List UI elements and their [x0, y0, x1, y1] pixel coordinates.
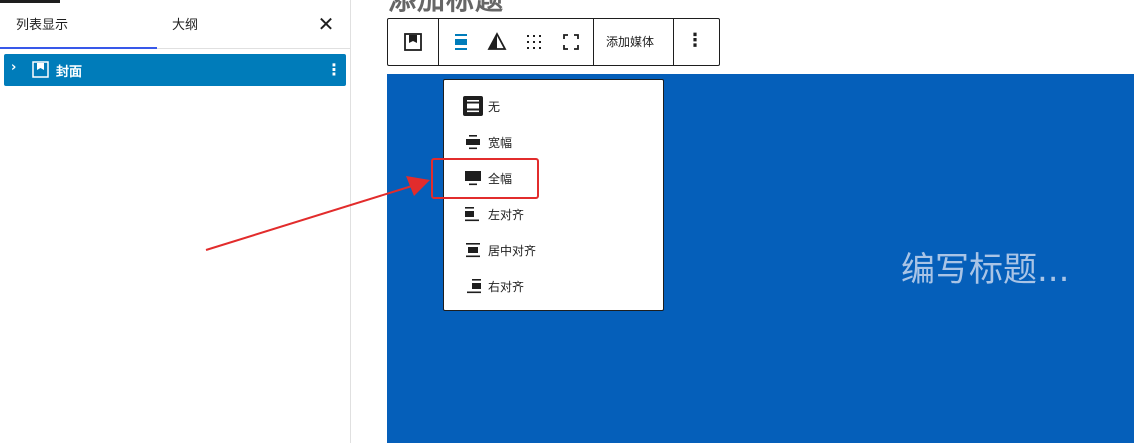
align-center-icon [466, 243, 480, 258]
cover-block-icon [32, 61, 49, 78]
toolbar-group-tools [439, 19, 594, 65]
menu-item-label: 居中对齐 [488, 244, 537, 258]
align-right-icon [467, 279, 481, 294]
list-view-item-label: 封面 [56, 65, 83, 80]
chevron-right-icon[interactable]: › [11, 60, 16, 75]
panel-tabs: 列表显示 大纲 ✕ [0, 0, 350, 49]
menu-item-label: 左对齐 [488, 208, 525, 222]
menu-item-align-left[interactable]: 左对齐 [444, 198, 663, 230]
fullscreen-icon[interactable] [559, 30, 583, 54]
toolbar-group-block [388, 19, 439, 65]
menu-item-label: 无 [488, 100, 501, 114]
contrast-icon[interactable] [485, 30, 509, 54]
annotation-arrow-icon [205, 176, 430, 251]
tab-outline[interactable]: 大纲 [172, 0, 252, 49]
item-options-icon[interactable]: ⋮ [326, 60, 342, 79]
tab-list-view[interactable]: 列表显示 [0, 0, 157, 49]
add-media-button[interactable]: 添加媒体 [606, 33, 654, 50]
align-wide-icon [466, 135, 480, 150]
menu-item-align-wide[interactable]: 宽幅 [444, 126, 663, 158]
menu-item-align-right[interactable]: 右对齐 [444, 270, 663, 302]
menu-item-label: 宽幅 [488, 136, 513, 150]
menu-item-align-none[interactable]: 无 [444, 90, 663, 122]
align-left-icon [465, 207, 479, 222]
more-options-icon[interactable]: ⋮ [686, 31, 704, 51]
close-panel-button[interactable]: ✕ [316, 14, 336, 34]
toolbar-group-media: 添加媒体 [594, 19, 674, 65]
content-position-icon[interactable] [522, 30, 546, 54]
post-title[interactable]: 添加标题 [388, 0, 504, 14]
align-none-icon [463, 96, 483, 116]
list-view-item-cover[interactable]: › 封面 ⋮ [4, 54, 346, 86]
close-icon: ✕ [317, 12, 335, 36]
menu-item-label: 右对齐 [488, 280, 525, 294]
annotation-highlight-box [431, 158, 539, 199]
menu-item-align-center[interactable]: 居中对齐 [444, 234, 663, 266]
cover-block-icon[interactable] [401, 30, 425, 54]
align-icon[interactable] [449, 30, 473, 54]
block-toolbar: 添加媒体 ⋮ [387, 18, 720, 66]
cover-heading-placeholder[interactable]: 编写标题... [901, 242, 1069, 291]
